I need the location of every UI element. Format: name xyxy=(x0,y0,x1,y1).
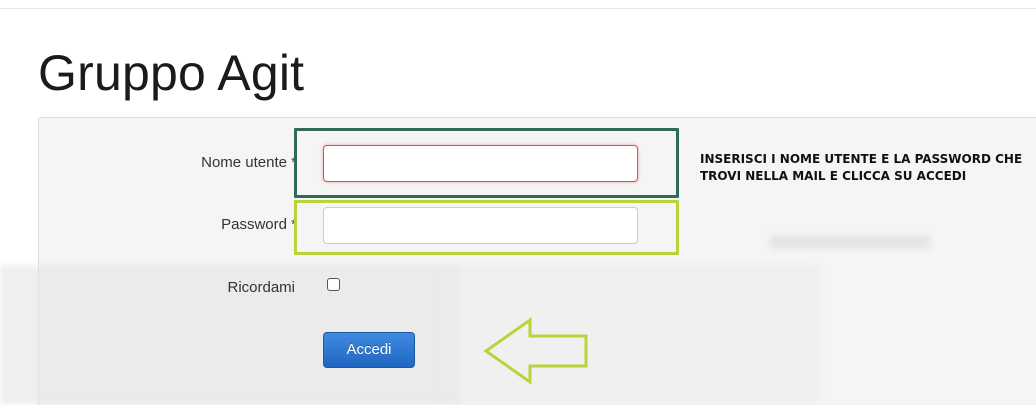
remember-label: Ricordami xyxy=(227,279,295,296)
username-label: Nome utente * xyxy=(201,154,297,171)
username-highlight-box xyxy=(294,128,679,198)
login-page: Gruppo Agit Nome utente * Password * Ric… xyxy=(0,0,1036,405)
arrow-left-icon xyxy=(483,317,588,385)
login-button[interactable]: Accedi xyxy=(323,332,415,368)
page-title: Gruppo Agit xyxy=(38,45,305,101)
instruction-text: INSERISCI I NOME UTENTE E LA PASSWORD CH… xyxy=(700,152,1023,183)
password-label: Password * xyxy=(221,216,297,233)
ghost-overlay xyxy=(770,235,930,249)
top-divider xyxy=(0,8,1036,9)
password-highlight-box xyxy=(294,200,679,255)
remember-checkbox[interactable] xyxy=(327,278,340,291)
